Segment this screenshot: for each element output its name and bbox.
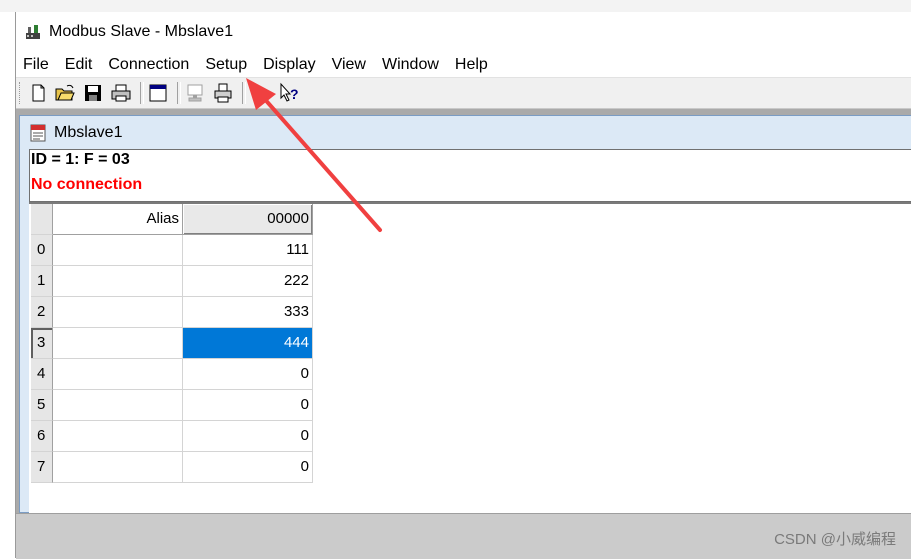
background-app-strip bbox=[0, 0, 911, 12]
row-header[interactable]: 7 bbox=[31, 452, 53, 483]
alias-column-header[interactable]: Alias bbox=[53, 204, 183, 235]
child-window-title: Mbslave1 bbox=[54, 123, 123, 141]
connection-status: No connection bbox=[31, 176, 143, 193]
row-header[interactable]: 4 bbox=[31, 359, 53, 390]
alias-cell[interactable] bbox=[53, 328, 183, 359]
alias-cell[interactable] bbox=[53, 421, 183, 452]
menu-bar: File Edit Connection Setup Display View … bbox=[16, 52, 911, 78]
menu-window[interactable]: Window bbox=[374, 56, 447, 74]
value-cell[interactable]: 222 bbox=[183, 266, 313, 297]
menu-view[interactable]: View bbox=[324, 56, 374, 74]
menu-edit[interactable]: Edit bbox=[57, 56, 101, 74]
value-cell[interactable]: 0 bbox=[183, 421, 313, 452]
row-header[interactable]: 2 bbox=[31, 297, 53, 328]
title-bar: Modbus Slave - Mbslave1 bbox=[16, 12, 911, 52]
save-button[interactable] bbox=[82, 82, 104, 104]
menu-help[interactable]: Help bbox=[447, 56, 496, 74]
watermark: CSDN @小威编程 bbox=[774, 531, 896, 548]
child-window-mbslave1: Mbslave1 ID = 1: F = 03 No connection Al… bbox=[19, 115, 911, 514]
print-preview-button[interactable] bbox=[212, 82, 234, 104]
grid-corner[interactable] bbox=[31, 204, 53, 235]
window-icon bbox=[149, 84, 167, 102]
value-cell[interactable]: 0 bbox=[183, 390, 313, 421]
toolbar-grip[interactable] bbox=[19, 82, 22, 104]
row-header[interactable]: 3 bbox=[31, 328, 53, 359]
row-header[interactable]: 1 bbox=[31, 266, 53, 297]
svg-text:?: ? bbox=[290, 86, 299, 102]
new-icon bbox=[32, 84, 45, 102]
info-panel: ID = 1: F = 03 No connection bbox=[29, 149, 911, 202]
value-cell[interactable]: 0 bbox=[183, 452, 313, 483]
value-column-header[interactable]: 00000 bbox=[183, 204, 313, 235]
row-header[interactable]: 0 bbox=[31, 235, 53, 266]
window-button[interactable] bbox=[147, 82, 169, 104]
print-icon bbox=[111, 84, 131, 102]
child-title-bar[interactable]: Mbslave1 bbox=[20, 116, 911, 149]
menu-file[interactable]: File bbox=[16, 56, 57, 74]
register-grid-area: Alias 00000 0 111 1 222 2 333 3 444 4 0 5 0 6 0 7 0 bbox=[29, 202, 911, 514]
context-help-button[interactable]: ? bbox=[278, 82, 300, 104]
toolbar-separator bbox=[242, 82, 246, 104]
open-button[interactable] bbox=[54, 82, 76, 104]
comm-traffic-icon bbox=[187, 84, 203, 102]
alias-cell[interactable] bbox=[53, 359, 183, 390]
document-icon bbox=[30, 124, 46, 141]
menu-setup[interactable]: Setup bbox=[197, 56, 255, 74]
alias-cell[interactable] bbox=[53, 266, 183, 297]
comm-traffic-button[interactable] bbox=[184, 82, 206, 104]
alias-cell[interactable] bbox=[53, 452, 183, 483]
toolbar-separator bbox=[177, 82, 181, 104]
alias-cell[interactable] bbox=[53, 235, 183, 266]
open-icon bbox=[55, 84, 75, 101]
mdi-client-area: Mbslave1 ID = 1: F = 03 No connection Al… bbox=[16, 109, 911, 559]
row-header[interactable]: 5 bbox=[31, 390, 53, 421]
print-button[interactable] bbox=[110, 82, 132, 104]
status-bar: CSDN @小威编程 bbox=[16, 513, 911, 559]
slave-id-function: ID = 1: F = 03 bbox=[31, 151, 130, 168]
value-cell[interactable]: 111 bbox=[183, 235, 313, 266]
value-cell[interactable]: 333 bbox=[183, 297, 313, 328]
print-preview-icon bbox=[214, 83, 232, 103]
value-cell-selected[interactable]: 444 bbox=[183, 328, 313, 359]
row-header[interactable]: 6 bbox=[31, 421, 53, 452]
menu-display[interactable]: Display bbox=[255, 56, 323, 74]
menu-connection[interactable]: Connection bbox=[100, 56, 197, 74]
new-button[interactable] bbox=[27, 82, 49, 104]
window-title: Modbus Slave - Mbslave1 bbox=[49, 23, 234, 40]
alias-cell[interactable] bbox=[53, 297, 183, 328]
save-icon bbox=[85, 85, 101, 101]
value-cell[interactable]: 0 bbox=[183, 359, 313, 390]
modbus-slave-window: Modbus Slave - Mbslave1 File Edit Connec… bbox=[15, 12, 911, 559]
alias-cell[interactable] bbox=[53, 390, 183, 421]
toolbar: ? bbox=[16, 78, 911, 109]
app-icon bbox=[26, 25, 40, 39]
help-icon: ? bbox=[280, 82, 299, 102]
toolbar-separator bbox=[140, 82, 144, 104]
